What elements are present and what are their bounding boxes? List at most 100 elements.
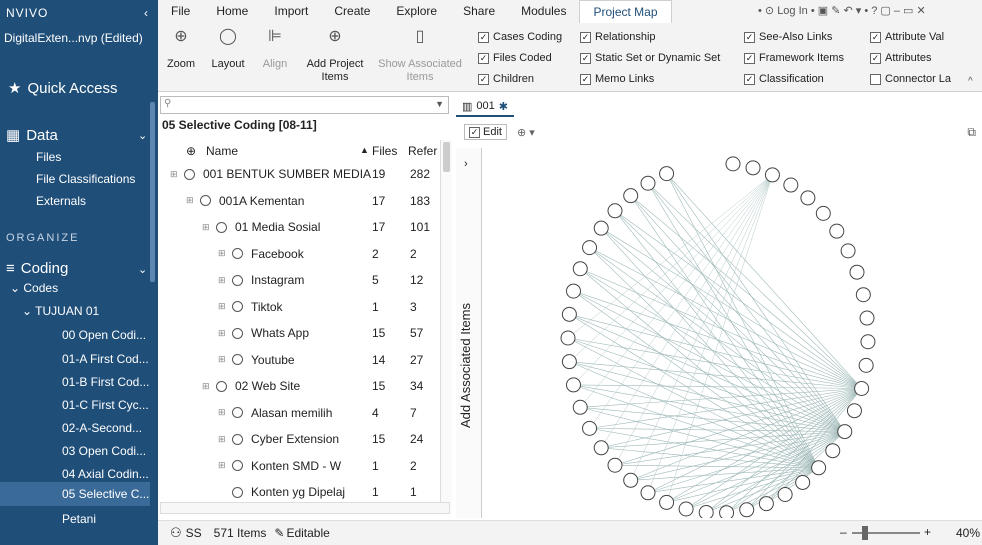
map-node[interactable]	[859, 310, 875, 326]
sidebar-code-item[interactable]: 00 Open Codi...	[62, 328, 146, 342]
map-node[interactable]	[607, 203, 623, 219]
map-node[interactable]	[719, 505, 735, 521]
map-node[interactable]	[565, 377, 581, 393]
search-input[interactable]: ⚲ ▼	[160, 96, 449, 114]
map-node[interactable]	[623, 472, 639, 488]
list-scrollbar[interactable]	[440, 140, 452, 510]
sidebar-code-item[interactable]: 01-C First Cyc...	[62, 398, 149, 412]
sidebar-code-item[interactable]: 01-A First Cod...	[62, 352, 149, 366]
map-node[interactable]	[593, 440, 609, 456]
sidebar-item-files[interactable]: Files	[36, 150, 61, 164]
tree-row[interactable]: ⊞ Konten SMD - W	[218, 456, 341, 476]
map-node[interactable]	[849, 264, 865, 280]
zoom-icon[interactable]: ⊕ ▾	[517, 126, 535, 139]
tree-row[interactable]: ⊞ 001 BENTUK SUMBER MEDIA	[170, 164, 371, 184]
map-node[interactable]	[739, 502, 755, 518]
collapse-sidebar-icon[interactable]: ‹	[144, 6, 148, 20]
chevron-down-icon[interactable]: ⌄	[138, 129, 147, 142]
coding-section-header[interactable]: ≡ Coding	[6, 260, 68, 277]
tab-import[interactable]: Import	[261, 0, 321, 22]
map-node[interactable]	[854, 381, 870, 397]
map-node[interactable]	[623, 188, 639, 204]
close-icon[interactable]: ✕	[917, 5, 926, 17]
sidebar-item-codes[interactable]: ⌄ Codes	[10, 281, 58, 295]
comment-icon[interactable]: ▢	[880, 5, 893, 17]
sidebar-scrollbar[interactable]	[150, 102, 155, 282]
checkbox-connector-labels[interactable]: Connector La	[870, 73, 951, 85]
map-node[interactable]	[837, 424, 853, 440]
map-node[interactable]	[725, 156, 741, 172]
data-section-header[interactable]: ▦ Data	[6, 126, 58, 145]
sidebar-code-item[interactable]: 03 Open Codi...	[62, 444, 146, 458]
expand-icon[interactable]: ⊞	[202, 222, 212, 233]
map-node[interactable]	[561, 306, 577, 322]
expand-icon[interactable]: ⊞	[218, 354, 228, 365]
checkbox-static-dynamic-set[interactable]: ✓ Static Set or Dynamic Set	[580, 52, 720, 64]
map-node[interactable]	[565, 283, 581, 299]
tab-modules[interactable]: Modules	[508, 0, 579, 22]
map-node[interactable]	[777, 486, 793, 502]
map-node[interactable]	[815, 205, 831, 221]
add-project-items-button[interactable]: ⊕ Add Project Items	[304, 26, 366, 84]
list-horizontal-scrollbar[interactable]	[160, 502, 450, 514]
map-node[interactable]	[582, 240, 598, 256]
zoom-button[interactable]: ⊕ Zoom	[164, 26, 198, 70]
map-node[interactable]	[640, 485, 656, 501]
map-node[interactable]	[582, 420, 598, 436]
minimize-icon[interactable]: –	[894, 5, 903, 17]
pin-icon[interactable]: ✱	[499, 100, 508, 113]
expand-icon[interactable]: ⊞	[218, 301, 228, 312]
expand-icon[interactable]: ⊞	[202, 381, 212, 392]
align-button[interactable]: ⊫ Align	[258, 26, 292, 70]
map-node[interactable]	[840, 243, 856, 259]
column-files[interactable]: Files	[372, 144, 397, 158]
checkbox-classification[interactable]: ✓ Classification	[744, 73, 824, 85]
tree-row[interactable]: ⊞ 001A Kementan	[186, 191, 304, 211]
map-node[interactable]	[572, 399, 588, 415]
tree-row[interactable]: ⊞ Youtube	[218, 350, 295, 370]
map-node[interactable]	[858, 357, 874, 373]
sidebar-item-externals[interactable]: Externals	[36, 194, 86, 208]
map-node[interactable]	[860, 334, 876, 350]
checkbox-children[interactable]: ✓ Children	[478, 73, 534, 85]
sidebar-item-file-classifications[interactable]: File Classifications	[36, 172, 135, 186]
help-icon[interactable]: • ⊙	[758, 5, 777, 17]
checkbox-attribute-values[interactable]: ✓ Attribute Val	[870, 31, 944, 43]
tree-row[interactable]: ⊞ Whats App	[218, 323, 309, 343]
map-node[interactable]	[607, 457, 623, 473]
expand-icon[interactable]: ⊞	[218, 407, 228, 418]
sidebar-code-item-selected[interactable]: 05 Selective C...	[0, 482, 150, 506]
toolbar-icons[interactable]: • ▣ ✎ ↶ ▾ • ?	[811, 5, 881, 17]
chevron-down-icon[interactable]: ▼	[435, 99, 444, 109]
map-node[interactable]	[593, 220, 609, 236]
sidebar-item-tujuan-01[interactable]: ⌄ TUJUAN 01	[22, 304, 99, 318]
show-associated-items-button[interactable]: ▯ Show Associated Items	[374, 26, 466, 84]
map-node[interactable]	[855, 287, 871, 303]
layout-button[interactable]: ◯ Layout	[208, 26, 248, 70]
tree-row[interactable]: ⊞ Tiktok	[218, 297, 283, 317]
chevron-down-icon[interactable]: ⌄	[138, 263, 147, 276]
tab-home[interactable]: Home	[203, 0, 261, 22]
checkbox-memo-links[interactable]: ✓ Memo Links	[580, 73, 654, 85]
tree-row[interactable]: Konten yg Dipelaj	[218, 482, 345, 502]
expand-icon[interactable]: ⊞	[186, 195, 196, 206]
add-column-icon[interactable]: ⊕	[186, 144, 196, 158]
expand-icon[interactable]: ⊞	[218, 275, 228, 286]
sidebar-code-item[interactable]: 04 Axial Codin...	[62, 467, 149, 481]
tab-create[interactable]: Create	[321, 0, 383, 22]
tree-row[interactable]: ⊞ Instagram	[218, 270, 304, 290]
tree-row[interactable]: ⊞ Facebook	[218, 244, 304, 264]
tree-row[interactable]: ⊞ 01 Media Sosial	[202, 217, 320, 237]
add-associated-items-label[interactable]: Add Associated Items	[458, 303, 473, 428]
expand-icon[interactable]: ⊞	[218, 248, 228, 259]
checkbox-attributes[interactable]: ✓ Attributes	[870, 52, 931, 64]
map-node[interactable]	[561, 354, 577, 370]
expand-icon[interactable]: ⊞	[218, 460, 228, 471]
expand-icon[interactable]: ⊞	[170, 169, 180, 180]
map-node[interactable]	[811, 460, 827, 476]
checkbox-see-also-links[interactable]: ✓ See-Also Links	[744, 31, 832, 43]
chevron-right-icon[interactable]: ›	[464, 158, 468, 170]
column-name[interactable]: Name	[206, 144, 238, 158]
expand-icon[interactable]: ⊞	[218, 434, 228, 445]
map-node[interactable]	[846, 403, 862, 419]
